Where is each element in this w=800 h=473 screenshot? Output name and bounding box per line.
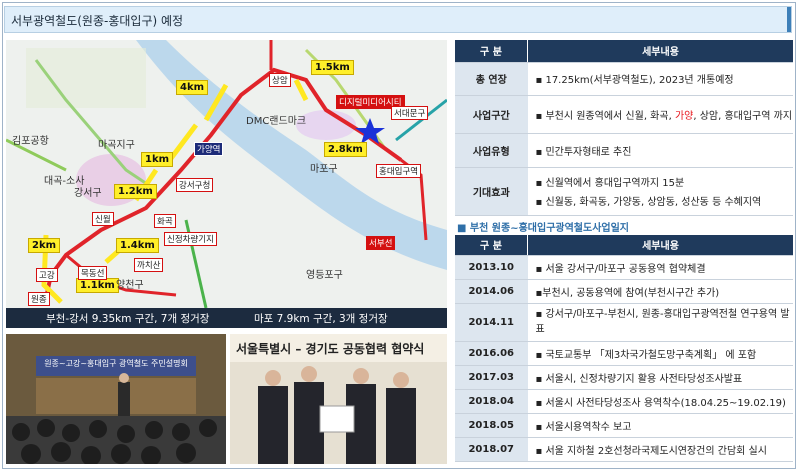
place-label: 김포공항 (12, 136, 49, 147)
distance-label: 2km (28, 238, 61, 253)
overview-key: 사업구간 (455, 95, 528, 134)
caption-left: 부천-강서 9.35km 구간, 7개 정거장 (46, 313, 210, 325)
history-text: ▪부천시, 공동용역에 참여(부천시구간 추가) (527, 279, 793, 304)
station-label: 서부선 (366, 236, 396, 250)
overview-table: 구 분 세부내용 총 연장 ▪ 17.25km(서부광역철도), 2023년 개… (455, 40, 793, 216)
history-row: 2017.03 ▪ 서울시, 신정차량기지 활용 사전타당성조사발표 (455, 365, 793, 390)
briefing-banner: 원종~고강~홍대입구 광역철도 주민설명회 (44, 359, 188, 368)
briefing-photo: 원종~고강~홍대입구 광역철도 주민설명회 (6, 334, 226, 464)
history-date: 2014.11 (455, 303, 528, 342)
overview-value-text: , 상암, 홍대입구역 까지 (693, 110, 793, 122)
overview-row: 사업유형 ▪ 민간투자형태로 추진 (455, 133, 793, 168)
overview-key: 총 연장 (455, 62, 528, 96)
station-label: 화곡 (154, 214, 176, 228)
history-date: 2016.06 (455, 341, 528, 366)
history-date: 2018.07 (455, 437, 528, 462)
station-label: 강서구청 (176, 178, 214, 192)
history-text: ▪ 서울시, 신정차량기지 활용 사전타당성조사발표 (527, 365, 793, 390)
briefing-photo-graphic (6, 334, 226, 464)
history-table: 구 분 세부내용 2013.10 ▪ 서울 강서구/마포구 공동용역 협약체결 2… (455, 235, 793, 462)
station-label: 원종 (28, 292, 50, 306)
page-title: 서부광역철도(원종-홍대입구) 예정 (11, 14, 184, 28)
overview-value-text: ▪ 부천시 원종역에서 신월, 화곡, (535, 110, 675, 122)
caption-right: 마포 7.9km 구간, 3개 정거장 (254, 313, 388, 325)
history-date: 2014.06 (455, 279, 528, 304)
title-bar: 서부광역철도(원종-홍대입구) 예정 (4, 6, 792, 33)
place-label: 영등포구 (306, 270, 343, 281)
overview-value: ▪ 민간투자형태로 추진 (527, 133, 793, 168)
place-label: 대곡-소사 (44, 176, 85, 187)
station-label: 까치산 (134, 258, 164, 272)
place-label: 마곡지구 (98, 140, 135, 151)
history-text: ▪ 강서구/마포구-부천시, 원종-홍대입구광역전철 연구용역 발표 (527, 303, 793, 342)
station-label: 상암 (269, 73, 291, 87)
overview-row: 총 연장 ▪ 17.25km(서부광역철도), 2023년 개통예정 (455, 62, 793, 96)
overview-header-detail: 세부내용 (527, 40, 793, 63)
history-date: 2013.10 (455, 255, 528, 280)
title-accent (787, 7, 791, 32)
station-label: 가양역 (194, 142, 224, 156)
station-label: 신월 (92, 212, 114, 226)
overview-value-line: ▪ 신월동, 화곡동, 가양동, 상암동, 성산동 등 수혜지역 (535, 197, 762, 208)
place-label: DMC랜드마크 (246, 116, 307, 127)
station-label: 홍대입구역 (376, 164, 422, 178)
history-row: 2016.06 ▪ 국토교통부 「제3차국가철도망구축계획」 에 포함 (455, 341, 793, 366)
station-label: 신정차량기지 (164, 232, 217, 246)
overview-value-line: ▪ 신월역에서 홍대입구역까지 15분 (535, 178, 685, 189)
overview-value: ▪ 신월역에서 홍대입구역까지 15분 ▪ 신월동, 화곡동, 가양동, 상암동… (527, 167, 793, 216)
place-label: 양천구 (116, 280, 144, 291)
history-row: 2014.06 ▪부천시, 공동용역에 참여(부천시구간 추가) (455, 279, 793, 304)
overview-row: 사업구간 ▪ 부천시 원종역에서 신월, 화곡, 가양, 상암, 홍대입구역 까… (455, 95, 793, 134)
overview-value: ▪ 부천시 원종역에서 신월, 화곡, 가양, 상암, 홍대입구역 까지 (527, 95, 793, 134)
place-label: 마포구 (310, 164, 338, 175)
history-row: 2018.05 ▪ 서울시용역착수 보고 (455, 413, 793, 438)
highlight-station: 가양 (674, 110, 694, 122)
history-row: 2018.07 ▪ 서울 지하철 2호선청라국제도시연장건의 간담회 실시 (455, 437, 793, 462)
distance-label: 1.4km (116, 238, 159, 253)
history-row: 2014.11 ▪ 강서구/마포구-부천시, 원종-홍대입구광역전철 연구용역 발… (455, 303, 793, 342)
history-text: ▪ 서울시용역착수 보고 (527, 413, 793, 438)
agreement-photo: 서울특별시 – 경기도 공동협력 협약식 (230, 334, 447, 464)
history-row: 2018.04 ▪ 서울시 사전타당성조사 용역착수(18.04.25~19.02… (455, 389, 793, 414)
history-text: ▪ 서울시 사전타당성조사 용역착수(18.04.25~19.02.19) (527, 389, 793, 414)
station-label: 서대문구 (391, 106, 429, 120)
distance-label: 1.5km (311, 60, 354, 75)
history-text: ▪ 서울 지하철 2호선청라국제도시연장건의 간담회 실시 (527, 437, 793, 462)
distance-label: 2.8km (324, 142, 367, 157)
distance-label: 4km (176, 80, 209, 95)
history-date: 2017.03 (455, 365, 528, 390)
history-text: ▪ 서울 강서구/마포구 공동용역 협약체결 (527, 255, 793, 280)
overview-key: 사업유형 (455, 133, 528, 168)
history-date: 2018.05 (455, 413, 528, 438)
route-map: 1.5km 4km 1km 1.2km 2.8km 2km 1.4km 1.1k… (6, 40, 447, 328)
overview-header-category: 구 분 (455, 40, 528, 63)
overview-row: 기대효과 ▪ 신월역에서 홍대입구역까지 15분 ▪ 신월동, 화곡동, 가양동… (455, 167, 793, 216)
overview-value: ▪ 17.25km(서부광역철도), 2023년 개통예정 (527, 62, 793, 96)
agreement-banner: 서울특별시 – 경기도 공동협력 협약식 (236, 342, 425, 356)
history-header-category: 구 분 (455, 235, 528, 256)
history-header-detail: 세부내용 (527, 235, 793, 256)
distance-label: 1.1km (76, 278, 119, 293)
station-label: 목동선 (78, 266, 108, 280)
history-date: 2018.04 (455, 389, 528, 414)
distance-label: 1.2km (114, 184, 157, 199)
distance-label: 1km (141, 152, 174, 167)
history-text: ▪ 국토교통부 「제3차국가철도망구축계획」 에 포함 (527, 341, 793, 366)
overview-key: 기대효과 (455, 167, 528, 216)
station-label: 고강 (36, 268, 58, 282)
map-caption: 부천-강서 9.35km 구간, 7개 정거장 마포 7.9km 구간, 3개 … (6, 308, 447, 328)
section-title: ■ 부천 원종~홍대입구광역철도사업일지 (457, 223, 629, 234)
history-row: 2013.10 ▪ 서울 강서구/마포구 공동용역 협약체결 (455, 255, 793, 280)
